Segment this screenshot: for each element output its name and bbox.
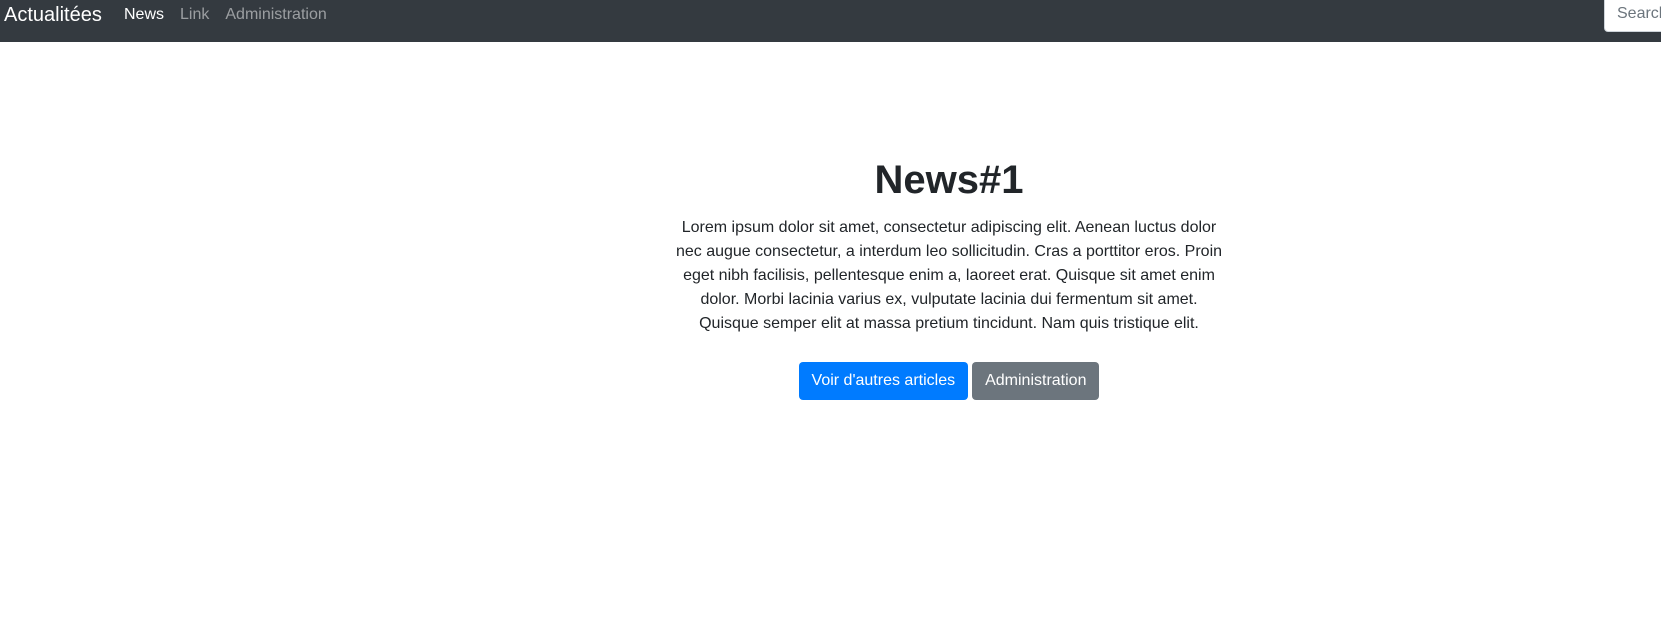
article-title: News#1 [874, 158, 1024, 202]
nav-link-administration[interactable]: Administration [217, 4, 334, 26]
action-buttons: Voir d'autres articles Administration [0, 362, 1661, 400]
jumbotron: News#1 Lorem ipsum dolor sit amet, conse… [0, 150, 1661, 400]
nav-link-link[interactable]: Link [172, 4, 217, 26]
top-navbar: Actualitées News Link Administration [0, 0, 1661, 42]
nav-links: News Link Administration [124, 4, 335, 26]
article-text: Lorem ipsum dolor sit amet, consectetur … [675, 219, 1223, 332]
nav-link-news[interactable]: News [124, 4, 172, 26]
search-input[interactable] [1604, 0, 1661, 32]
administration-button[interactable]: Administration [972, 362, 1100, 400]
more-articles-button[interactable]: Voir d'autres articles [798, 362, 969, 400]
navbar-brand[interactable]: Actualitées [4, 2, 102, 28]
